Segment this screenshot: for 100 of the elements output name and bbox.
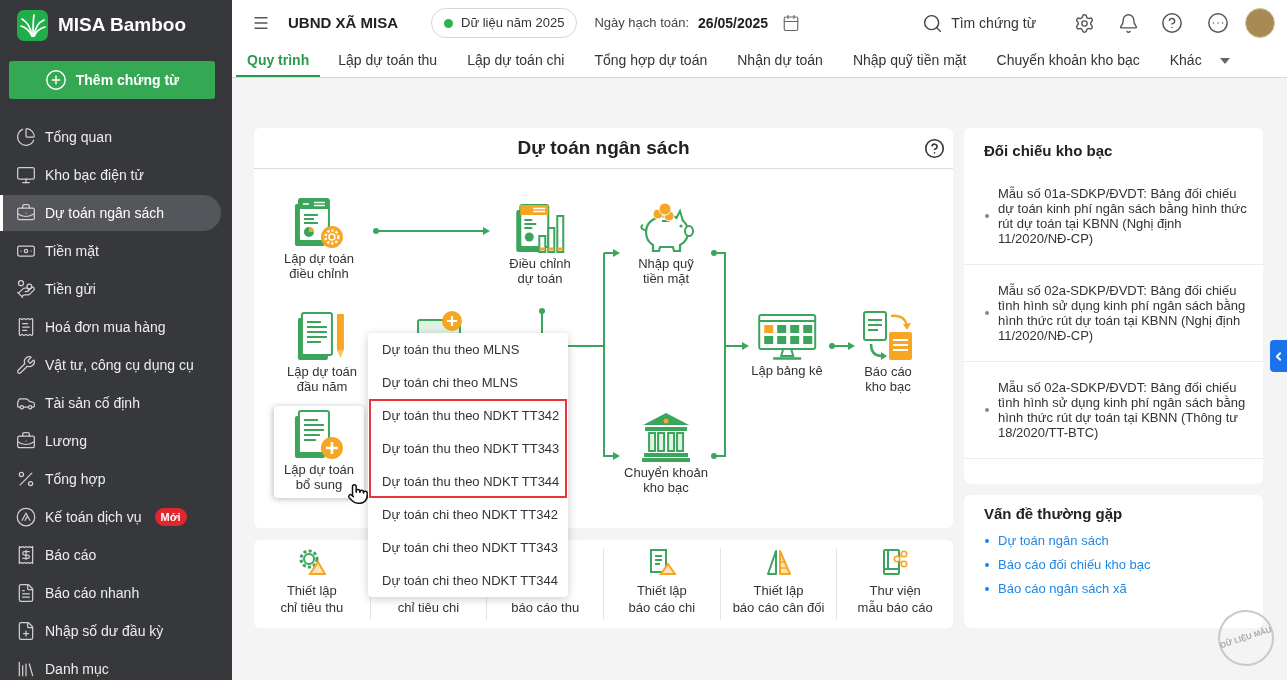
bamboo-logo-icon bbox=[17, 9, 48, 41]
sidebar-item[interactable]: Báo cáo nhanh bbox=[0, 575, 221, 611]
book-share-icon bbox=[881, 548, 910, 576]
menu-item[interactable]: Dự toán chi theo MLNS bbox=[368, 366, 568, 399]
process-node[interactable]: Lập dự toán điều chỉnh bbox=[283, 197, 355, 281]
bullet-icon bbox=[985, 214, 989, 218]
setup-item[interactable]: Thiết lập chỉ tiêu thu bbox=[254, 548, 370, 620]
menu-item[interactable]: Dự toán chi theo NDKT TT343 bbox=[368, 531, 568, 564]
document-triangle-icon bbox=[647, 548, 676, 576]
hand-coins-icon bbox=[16, 279, 36, 299]
bullet-icon bbox=[985, 539, 989, 543]
organization-name: UBND XÃ MISA bbox=[288, 12, 398, 33]
setup-item[interactable]: Thư viện mẫu báo cáo bbox=[836, 548, 954, 620]
triangles-icon bbox=[764, 548, 793, 576]
card-title: Đối chiếu kho bạc bbox=[984, 142, 1113, 159]
avatar[interactable] bbox=[1245, 8, 1275, 38]
new-badge: Mới bbox=[154, 508, 187, 526]
menu-icon[interactable] bbox=[252, 14, 270, 32]
wrench-icon bbox=[16, 355, 36, 375]
tab[interactable]: Chuyển khoản kho bạc bbox=[984, 46, 1152, 77]
menu-item[interactable]: Dự toán thu theo MLNS bbox=[368, 333, 568, 366]
bullet-icon bbox=[985, 563, 989, 567]
menu-item[interactable]: Dự toán chi theo NDKT TT344 bbox=[368, 564, 568, 597]
tab[interactable]: Quy trình bbox=[236, 46, 321, 77]
sidebar-item[interactable]: Kế toán dịch vụ Mới bbox=[0, 499, 221, 535]
bullet-icon bbox=[985, 311, 989, 315]
sidebar-item[interactable]: Báo cáo bbox=[0, 537, 221, 573]
faq-link[interactable]: Báo cáo đối chiếu kho bạc bbox=[998, 555, 1151, 575]
bullet-icon bbox=[985, 587, 989, 591]
sidebar-item[interactable]: Dự toán ngân sách bbox=[0, 195, 221, 231]
setup-item[interactable]: Thiết lập báo cáo chi bbox=[603, 548, 720, 620]
document-chart-icon bbox=[515, 202, 565, 254]
posting-date-label: Ngày hạch toán: bbox=[594, 14, 690, 33]
percent-icon bbox=[16, 469, 36, 489]
report-form-link[interactable]: Mẫu số 02a-SDKP/ĐVDT: Bảng đối chiếu tình hình sử dụng kinh phí ngân sách bằng hình thức rút dự toán tại KBNN (Thông tư 18/2020/TT-BTC) bbox=[998, 380, 1247, 440]
sidebar-item[interactable]: Hoá đơn mua hàng bbox=[0, 309, 221, 345]
file-plus-icon bbox=[16, 621, 36, 641]
help-icon[interactable] bbox=[1161, 12, 1183, 34]
sidebar-item[interactable]: Danh mục bbox=[0, 651, 221, 680]
briefcase-icon bbox=[16, 203, 36, 223]
sidebar-item[interactable]: Tài sản cố định bbox=[0, 385, 221, 421]
document-pencil-icon bbox=[297, 310, 347, 362]
report-form-link[interactable]: Mẫu số 01a-SDKP/ĐVDT: Bảng đối chiếu dự toán kinh phí ngân sách bằng hình thức rút dự toán tại KBNN (Nghị định 11/2020/NĐ-CP) bbox=[998, 186, 1247, 246]
tab[interactable]: Nhận dự toán bbox=[725, 46, 835, 77]
documents-arrows-icon bbox=[862, 310, 914, 362]
posting-date: 26/05/2025 bbox=[698, 13, 769, 33]
document-icon bbox=[16, 583, 36, 603]
faq-link[interactable]: Dự toán ngân sách bbox=[998, 531, 1109, 551]
plus-circle-icon bbox=[44, 69, 67, 91]
process-node[interactable]: Lập bảng kê bbox=[751, 313, 823, 378]
caret-down-icon bbox=[1219, 57, 1230, 64]
tab[interactable]: Nhập quỹ tiền mặt bbox=[840, 46, 979, 77]
sidebar-item[interactable]: Tổng quan bbox=[0, 119, 221, 155]
process-node[interactable]: Điều chỉnh dự toán bbox=[509, 202, 571, 286]
calendar-icon[interactable] bbox=[782, 14, 801, 32]
sidebar-item[interactable]: Lương bbox=[0, 423, 221, 459]
collapse-tab[interactable] bbox=[1270, 340, 1287, 372]
process-node[interactable]: Lập dự toán đầu năm bbox=[286, 310, 358, 394]
process-node[interactable]: Chuyển khoản kho bạc bbox=[624, 411, 708, 495]
book-spines-icon bbox=[16, 659, 36, 679]
receipt-icon bbox=[16, 545, 36, 565]
more-icon[interactable] bbox=[1207, 12, 1229, 34]
bullet-icon bbox=[985, 408, 989, 412]
connector-arrow bbox=[829, 342, 855, 350]
help-icon[interactable] bbox=[924, 138, 945, 159]
sidebar-item[interactable]: Nhập số dư đầu kỳ bbox=[0, 613, 221, 649]
pie-chart-icon bbox=[16, 127, 36, 147]
document-gear-icon bbox=[294, 197, 344, 249]
card-title: Vấn đề thường gặp bbox=[984, 504, 1123, 524]
bank-icon bbox=[641, 411, 691, 463]
sidebar-item[interactable]: Tổng hợp bbox=[0, 461, 221, 497]
monitor-icon bbox=[16, 165, 36, 185]
process-node[interactable]: Lập dự toán bổ sung bbox=[273, 406, 365, 498]
menu-item[interactable]: Dự toán thu theo NDKT TT344 bbox=[369, 465, 567, 498]
tab[interactable]: Lập dự toán thu bbox=[326, 46, 450, 77]
card-title: Dự toán ngân sách bbox=[517, 135, 690, 160]
search-icon bbox=[922, 12, 944, 34]
sidebar-item[interactable]: Tiền mặt bbox=[0, 233, 221, 269]
gear-triangle-icon bbox=[297, 548, 326, 576]
bell-icon[interactable] bbox=[1118, 12, 1139, 34]
setup-item[interactable]: Thiết lập báo cáo cân đối bbox=[719, 548, 837, 620]
process-node[interactable]: Nhập quỹ tiền mặt bbox=[636, 202, 696, 286]
monitor-grid-icon bbox=[757, 313, 817, 361]
process-node[interactable]: Báo cáo kho bạc bbox=[862, 310, 914, 394]
sidebar-item[interactable]: Kho bạc điện tử bbox=[0, 157, 221, 193]
menu-item[interactable]: Dự toán thu theo NDKT TT343 bbox=[369, 432, 567, 465]
menu-item[interactable]: Dự toán thu theo NDKT TT342 bbox=[369, 399, 567, 432]
search-button[interactable]: Tìm chứng từ bbox=[922, 12, 1036, 34]
receipt-icon bbox=[16, 317, 36, 337]
sidebar-item[interactable]: Tiền gửi bbox=[0, 271, 221, 307]
settings-icon[interactable] bbox=[1074, 12, 1095, 34]
sidebar-item[interactable]: Vật tư, công cụ dụng cụ bbox=[0, 347, 221, 383]
brand-name: MISA Bamboo bbox=[58, 12, 187, 37]
briefcase-icon bbox=[16, 431, 36, 451]
tab[interactable]: Tổng hợp dự toán bbox=[582, 46, 720, 77]
report-form-link[interactable]: Mẫu số 02a-SDKP/ĐVDT: Bảng đối chiếu tình hình sử dụng kinh phí ngân sách bằng hình thức rút dự toán tại KBNN (Nghị định 11/2020/NĐ-CP) bbox=[998, 283, 1247, 343]
tab[interactable]: Lập dự toán chi bbox=[455, 46, 577, 77]
faq-link[interactable]: Báo cáo ngân sách xã bbox=[998, 579, 1127, 599]
menu-item[interactable]: Dự toán chi theo NDKT TT342 bbox=[368, 498, 568, 531]
tab[interactable]: Khác bbox=[1157, 46, 1242, 77]
